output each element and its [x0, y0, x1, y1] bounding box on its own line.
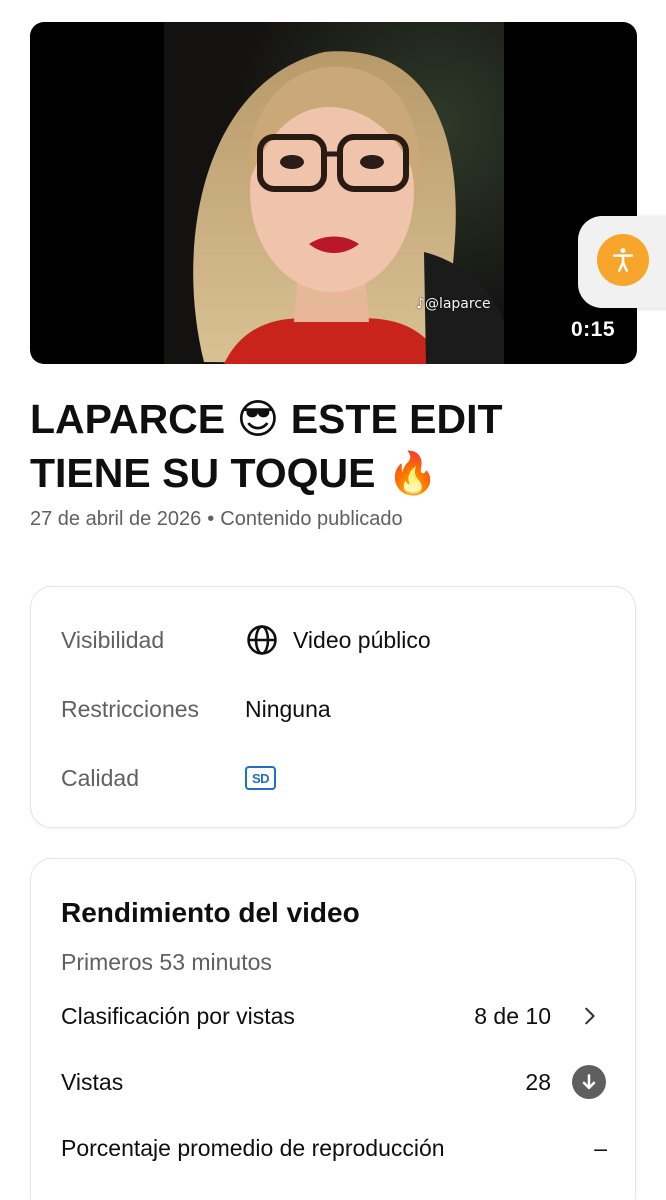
- ranking-row[interactable]: Clasificación por vistas 8 de 10: [61, 996, 607, 1036]
- globe-icon: [247, 625, 277, 655]
- details-card: Visibilidad Video público Restricciones …: [30, 586, 636, 828]
- restrictions-label: Restricciones: [61, 695, 200, 722]
- visibility-value: Video público: [245, 623, 431, 657]
- publish-status: Contenido publicado: [220, 508, 403, 530]
- ranking-value: 8 de 10: [474, 1002, 551, 1029]
- quality-row: Calidad SD: [61, 758, 605, 798]
- title-part: LAPARCE: [30, 396, 226, 442]
- views-value: 28: [525, 1068, 551, 1095]
- title-part: TIENE SU TOQUE: [30, 450, 376, 496]
- tiktok-logo-icon: ♪: [416, 296, 425, 312]
- restrictions-value: Ninguna: [245, 695, 331, 722]
- sunglasses-emoji: 😎: [236, 395, 280, 443]
- quality-value: SD: [245, 766, 276, 790]
- accessibility-icon: [613, 248, 633, 272]
- video-details-page: ♪@laparce 0:15 LAPARCE 😎 ESTE EDIT TIENE…: [0, 0, 666, 1200]
- avg-playback-label: Porcentaje promedio de reproducción: [61, 1134, 445, 1161]
- video-title: LAPARCE 😎 ESTE EDIT TIENE SU TOQUE 🔥: [30, 392, 590, 500]
- publish-date: 27 de abril de 2026: [30, 508, 202, 530]
- sd-badge-icon: SD: [245, 766, 276, 790]
- video-duration: 0:15: [570, 318, 615, 341]
- video-meta: 27 de abril de 2026 • Contenido publicado: [30, 508, 403, 531]
- video-thumbnail[interactable]: ♪@laparce 0:15: [30, 22, 637, 364]
- performance-title: Rendimiento del video: [61, 897, 360, 928]
- visibility-row[interactable]: Visibilidad Video público: [61, 620, 605, 660]
- fire-emoji: 🔥: [386, 449, 438, 497]
- ranking-label: Clasificación por vistas: [61, 1002, 295, 1029]
- restrictions-row[interactable]: Restricciones Ninguna: [61, 689, 605, 729]
- accessibility-button[interactable]: [597, 234, 649, 286]
- video-frame-image: [164, 22, 504, 364]
- arrow-down-icon: [572, 1065, 606, 1099]
- views-label: Vistas: [61, 1068, 124, 1095]
- quality-label: Calidad: [61, 764, 139, 791]
- performance-card: Rendimiento del video Primeros 53 minuto…: [30, 858, 636, 1200]
- visibility-label: Visibilidad: [61, 626, 165, 653]
- views-trend: [571, 1064, 607, 1100]
- chevron-right-icon: [571, 998, 607, 1034]
- title-part: ESTE EDIT: [290, 396, 503, 442]
- watermark-handle: @laparce: [424, 296, 491, 312]
- views-row[interactable]: Vistas 28: [61, 1062, 607, 1102]
- tiktok-watermark: ♪@laparce: [416, 296, 491, 312]
- avg-playback-row[interactable]: Porcentaje promedio de reproducción –: [61, 1128, 607, 1168]
- avg-playback-value: –: [594, 1134, 607, 1161]
- meta-separator: •: [207, 508, 215, 530]
- visibility-text: Video público: [293, 626, 431, 653]
- performance-subtitle: Primeros 53 minutos: [61, 949, 272, 975]
